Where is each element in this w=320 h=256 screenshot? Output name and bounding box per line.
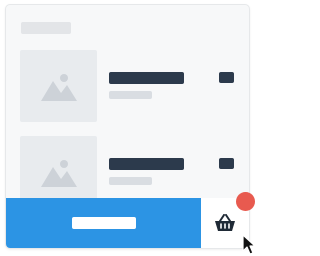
product-title bbox=[109, 72, 184, 84]
product-price bbox=[219, 72, 234, 83]
product-list-card bbox=[6, 5, 249, 248]
checkout-bar bbox=[6, 198, 249, 248]
image-placeholder-icon bbox=[40, 160, 77, 187]
image-placeholder-icon bbox=[40, 74, 77, 101]
checkout-button-label bbox=[71, 217, 136, 229]
product-subtitle bbox=[109, 91, 152, 99]
product-subtitle bbox=[109, 177, 152, 185]
list-item[interactable] bbox=[6, 50, 249, 138]
cart-badge bbox=[236, 192, 255, 211]
product-price bbox=[219, 158, 234, 169]
product-image bbox=[20, 50, 97, 122]
header-text-placeholder bbox=[21, 22, 71, 34]
mouse-cursor-icon bbox=[242, 234, 256, 255]
checkout-button[interactable] bbox=[6, 198, 201, 248]
product-title bbox=[109, 158, 184, 170]
shopping-basket-icon bbox=[215, 214, 235, 231]
